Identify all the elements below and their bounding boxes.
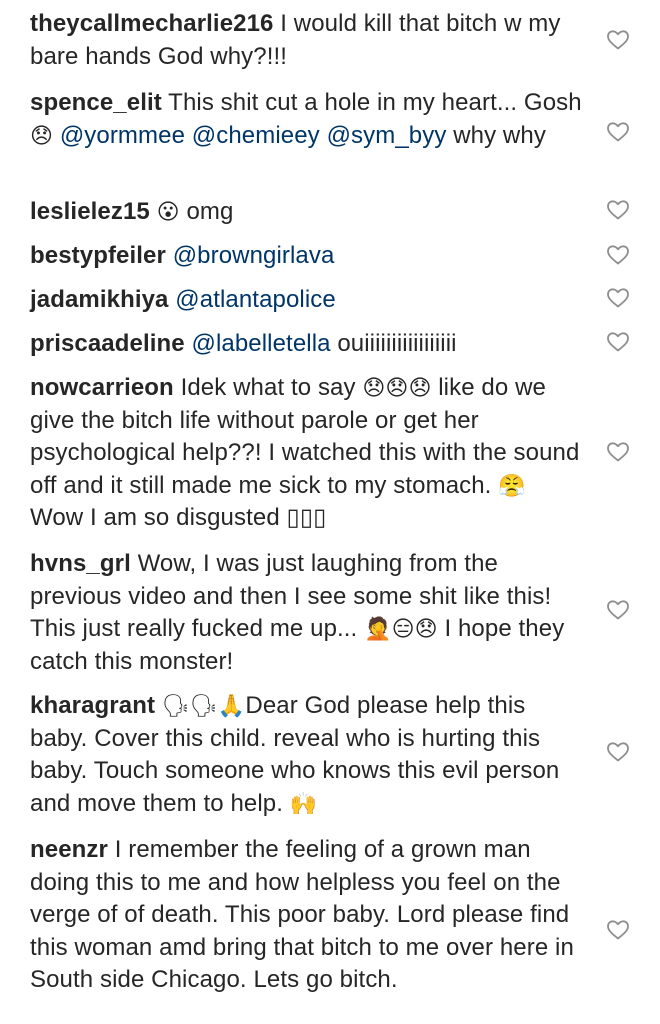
comment-row: jadamikhiya @atlantapolice (30, 284, 629, 317)
comment-username[interactable]: theycallmecharlie216 (30, 10, 274, 37)
comment-text: neenzr I remember the feeling of a grown… (30, 834, 585, 997)
comment-body (155, 692, 162, 719)
comment-body: ouiiiiiiiiiiiiiiiii (330, 330, 457, 357)
like-heart-icon[interactable] (606, 198, 630, 222)
comment-body (150, 198, 157, 225)
like-heart-icon[interactable] (606, 330, 630, 354)
emoji-icon: 😞 (30, 123, 54, 149)
comment-row: kharagrant 🗣🗣🙏Dear God please help this … (30, 690, 629, 820)
comment-row: leslielez15 😮 omg (30, 196, 629, 229)
emoji-icon: 😮 (156, 200, 180, 225)
comment-body (185, 122, 192, 149)
comment-username[interactable]: spence_elit (30, 89, 162, 116)
comment-text: theycallmecharlie216 I would kill that b… (30, 8, 585, 73)
like-heart-icon[interactable] (606, 440, 630, 464)
comment-body (320, 122, 327, 149)
comment-body: Idek what to say (173, 374, 363, 401)
like-heart-icon[interactable] (606, 243, 630, 267)
comment-username[interactable]: leslielez15 (30, 198, 150, 225)
emoji-icon: 😤 (498, 473, 526, 499)
comment-username[interactable]: neenzr (30, 836, 108, 863)
emoji-icon: 🗣🗣🙏 (161, 694, 246, 719)
comment-text: leslielez15 😮 omg (30, 196, 585, 229)
mention-link[interactable]: @sym_byy (327, 122, 447, 149)
comment-body: omg (179, 198, 234, 225)
comment-text: nowcarrieon Idek what to say 😞😞😞 like do… (30, 372, 585, 535)
comment-username[interactable]: hvns_grl (30, 550, 131, 577)
comment-text: priscaadeline @labelletella ouiiiiiiiiii… (30, 328, 585, 361)
emoji-icon: 🙌 (289, 791, 318, 817)
emoji-icon: 😞😞😞 (362, 376, 432, 401)
like-heart-icon[interactable] (606, 598, 630, 622)
comment-row: nowcarrieon Idek what to say 😞😞😞 like do… (30, 372, 629, 535)
mention-link[interactable]: @browngirlava (173, 242, 335, 269)
comment-username[interactable]: priscaadeline (30, 330, 185, 357)
emoji-icon: 🤦😑😞 (364, 617, 438, 642)
comment-body (53, 122, 60, 149)
comment-username[interactable]: kharagrant (30, 692, 155, 719)
comment-text: jadamikhiya @atlantapolice (30, 284, 585, 317)
comment-row: spence_elit This shit cut a hole in my h… (30, 87, 629, 152)
comment-text: spence_elit This shit cut a hole in my h… (30, 87, 585, 152)
comment-text: hvns_grl Wow, I was just laughing from t… (30, 548, 585, 678)
comment-body: I remember the feeling of a grown man do… (30, 836, 574, 993)
comment-username[interactable]: jadamikhiya (30, 286, 169, 313)
like-heart-icon[interactable] (606, 28, 630, 52)
like-heart-icon[interactable] (606, 918, 630, 942)
mention-link[interactable]: @yormmee (60, 122, 185, 149)
comment-row: theycallmecharlie216 I would kill that b… (30, 8, 629, 73)
comment-text: bestypfeiler @browngirlava (30, 240, 585, 273)
comment-row: priscaadeline @labelletella ouiiiiiiiiii… (30, 328, 629, 361)
comment-row: hvns_grl Wow, I was just laughing from t… (30, 548, 629, 678)
comment-body (185, 330, 192, 357)
comment-body: This shit cut a hole in my heart... Gosh (161, 89, 582, 116)
like-heart-icon[interactable] (606, 120, 630, 144)
mention-link[interactable]: @labelletella (192, 330, 331, 357)
like-heart-icon[interactable] (606, 286, 630, 310)
comment-row: neenzr I remember the feeling of a grown… (30, 834, 629, 997)
mention-link[interactable]: @chemieey (192, 122, 320, 149)
mention-link[interactable]: @atlantapolice (175, 286, 336, 313)
like-heart-icon[interactable] (606, 740, 630, 764)
comment-body: why why (446, 121, 546, 149)
comment-body (166, 242, 173, 269)
comment-row: bestypfeiler @browngirlava (30, 240, 629, 273)
comment-username[interactable]: bestypfeiler (30, 242, 166, 269)
comment-text: kharagrant 🗣🗣🙏Dear God please help this … (30, 690, 585, 820)
comment-body: Wow I am so disgusted ▯▯▯ (30, 504, 327, 531)
comment-username[interactable]: nowcarrieon (30, 374, 174, 401)
